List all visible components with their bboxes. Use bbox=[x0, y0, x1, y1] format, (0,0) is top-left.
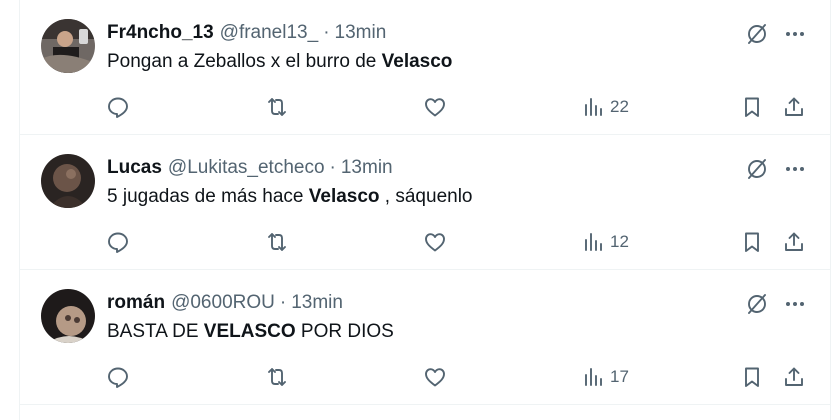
grok-icon[interactable] bbox=[744, 291, 770, 317]
tweet-text-part: BASTA DE bbox=[107, 321, 204, 342]
bookmark-icon bbox=[745, 367, 759, 387]
views-button[interactable]: 17 bbox=[582, 362, 629, 392]
reply-button[interactable] bbox=[106, 227, 130, 257]
tweet-text-highlight: VELASCO bbox=[203, 321, 296, 342]
views-icon bbox=[585, 233, 602, 251]
like-button[interactable] bbox=[423, 92, 447, 122]
bookmark-button[interactable] bbox=[740, 92, 764, 122]
tweet-header: Fr4ncho_13 @franel13_ · 13min bbox=[107, 21, 386, 45]
tweet-text-part: 5 jugadas de más hace bbox=[107, 186, 309, 207]
separator: · bbox=[329, 157, 336, 178]
views-button[interactable]: 22 bbox=[582, 92, 629, 122]
tweet-text-part: , sáquenlo bbox=[379, 186, 473, 207]
reply-button[interactable] bbox=[106, 362, 130, 392]
avatar[interactable] bbox=[41, 289, 95, 343]
like-button[interactable] bbox=[423, 227, 447, 257]
tweet-text: Pongan a Zeballos x el burro de Velasco bbox=[107, 51, 452, 73]
retweet-icon bbox=[268, 233, 286, 251]
tweet-actions: 17 bbox=[20, 362, 830, 392]
share-icon bbox=[785, 367, 803, 386]
tweet-header: Lucas @Lukitas_etcheco · 13min bbox=[107, 156, 393, 180]
timestamp[interactable]: 13min bbox=[291, 292, 343, 314]
bookmark-button[interactable] bbox=[740, 227, 764, 257]
more-icon[interactable] bbox=[782, 156, 808, 182]
timestamp[interactable]: 13min bbox=[341, 157, 393, 179]
views-button[interactable]: 12 bbox=[582, 227, 629, 257]
tweet-text: 5 jugadas de más hace Velasco , sáquenlo bbox=[107, 186, 473, 208]
tweet-actions: 12 bbox=[20, 227, 830, 257]
retweet-icon bbox=[268, 98, 286, 116]
reply-icon bbox=[108, 232, 128, 253]
retweet-button[interactable] bbox=[265, 227, 289, 257]
avatar[interactable] bbox=[41, 19, 95, 73]
more-icon[interactable] bbox=[782, 291, 808, 317]
bookmark-button[interactable] bbox=[740, 362, 764, 392]
grok-icon[interactable] bbox=[744, 156, 770, 182]
separator: · bbox=[323, 22, 330, 43]
display-name[interactable]: román bbox=[107, 292, 165, 314]
like-icon bbox=[425, 368, 445, 387]
views-count: 22 bbox=[610, 97, 629, 116]
views-icon bbox=[585, 368, 602, 386]
grok-icon[interactable] bbox=[744, 21, 770, 47]
user-handle[interactable]: @franel13_ bbox=[220, 22, 319, 44]
bookmark-icon bbox=[745, 97, 759, 117]
display-name[interactable]: Fr4ncho_13 bbox=[107, 22, 214, 44]
display-name[interactable]: Lucas bbox=[107, 157, 162, 179]
reply-icon bbox=[108, 97, 128, 118]
share-button[interactable] bbox=[782, 362, 806, 392]
retweet-button[interactable] bbox=[265, 362, 289, 392]
tweet-text-part: POR DIOS bbox=[295, 321, 394, 342]
user-handle[interactable]: @0600ROU bbox=[171, 292, 275, 314]
share-button[interactable] bbox=[782, 227, 806, 257]
tweet[interactable]: román @0600ROU · 13min BASTA DE VELASCO … bbox=[20, 270, 830, 405]
share-icon bbox=[785, 232, 803, 251]
share-icon bbox=[785, 97, 803, 116]
user-handle[interactable]: @Lukitas_etcheco bbox=[168, 157, 325, 179]
tweet-text: BASTA DE VELASCO POR DIOS bbox=[107, 321, 394, 343]
views-count: 17 bbox=[610, 367, 629, 386]
tweet-text-highlight: Velasco bbox=[381, 51, 453, 72]
retweet-button[interactable] bbox=[265, 92, 289, 122]
separator: · bbox=[279, 292, 287, 313]
like-icon bbox=[425, 98, 445, 117]
timestamp[interactable]: 13min bbox=[335, 22, 387, 44]
tweet[interactable]: Fr4ncho_13 @franel13_ · 13min Pongan a Z… bbox=[20, 0, 830, 135]
retweet-icon bbox=[268, 368, 286, 386]
reply-icon bbox=[108, 367, 128, 388]
views-icon bbox=[585, 98, 602, 116]
views-count: 12 bbox=[610, 232, 629, 251]
like-icon bbox=[425, 233, 445, 252]
reply-button[interactable] bbox=[106, 92, 130, 122]
share-button[interactable] bbox=[782, 92, 806, 122]
reply-list: Fr4ncho_13 @franel13_ · 13min Pongan a Z… bbox=[19, 0, 831, 420]
tweet-text-highlight: Velasco bbox=[308, 186, 380, 207]
tweet-actions: 22 bbox=[20, 92, 830, 122]
tweet-header: román @0600ROU · 13min bbox=[107, 291, 343, 315]
bookmark-icon bbox=[745, 232, 759, 252]
tweet-text-part: Pongan a Zeballos x el burro de bbox=[107, 51, 382, 72]
like-button[interactable] bbox=[423, 362, 447, 392]
more-icon[interactable] bbox=[782, 21, 808, 47]
avatar[interactable] bbox=[41, 154, 95, 208]
tweet[interactable]: Lucas @Lukitas_etcheco · 13min 5 jugadas… bbox=[20, 135, 830, 270]
